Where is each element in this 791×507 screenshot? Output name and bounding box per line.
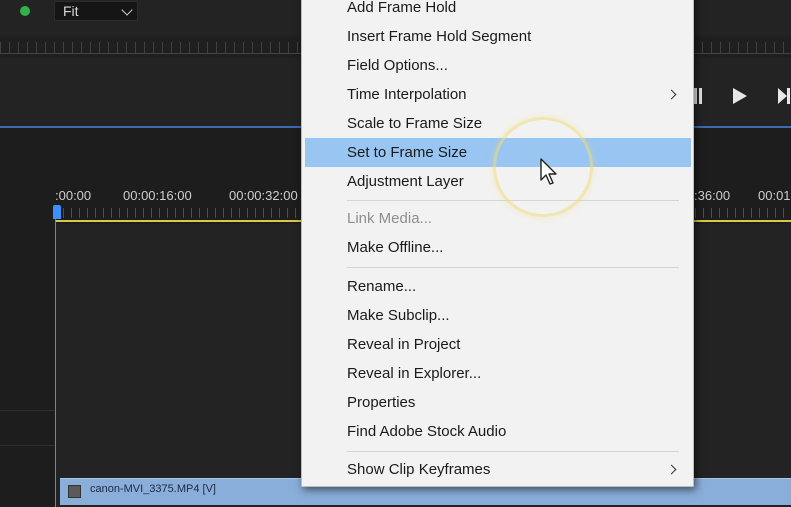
chevron-right-icon bbox=[666, 464, 677, 475]
timecode-label: 00:00:16:00 bbox=[123, 188, 192, 203]
status-dot-icon bbox=[20, 6, 30, 16]
menu-item-insert-frame-hold-segment[interactable]: Insert Frame Hold Segment bbox=[302, 22, 693, 51]
menu-item-label: Field Options... bbox=[347, 57, 448, 74]
track-divider bbox=[0, 445, 56, 446]
menu-item-make-subclip[interactable]: Make Subclip... bbox=[302, 301, 693, 330]
menu-item-label: Rename... bbox=[347, 278, 417, 295]
menu-item-label: Make Subclip... bbox=[347, 307, 450, 324]
clip-context-menu: Add Frame Hold Insert Frame Hold Segment… bbox=[301, 0, 694, 487]
menu-item-add-frame-hold[interactable]: Add Frame Hold bbox=[302, 0, 693, 22]
timecode-label: 00:01 bbox=[758, 188, 791, 203]
chevron-right-icon bbox=[666, 89, 677, 100]
zoom-fit-select[interactable]: Fit bbox=[54, 1, 138, 21]
menu-item-label: Insert Frame Hold Segment bbox=[347, 28, 532, 45]
menu-separator bbox=[347, 267, 679, 268]
zoom-fit-value: Fit bbox=[63, 3, 79, 19]
menu-item-time-interpolation[interactable]: Time Interpolation bbox=[302, 80, 693, 109]
timecode-label: :36:00 bbox=[694, 188, 731, 203]
menu-item-reveal-in-explorer[interactable]: Reveal in Explorer... bbox=[302, 359, 693, 388]
menu-item-scale-to-frame-size[interactable]: Scale to Frame Size bbox=[302, 109, 693, 138]
timecode-label: :00:00 bbox=[55, 188, 92, 203]
menu-item-make-offline[interactable]: Make Offline... bbox=[302, 233, 693, 262]
menu-separator bbox=[347, 451, 679, 452]
menu-item-label: Show Clip Keyframes bbox=[347, 461, 491, 478]
fx-icon bbox=[68, 485, 81, 498]
step-back-icon[interactable] bbox=[694, 88, 702, 104]
menu-item-label: Add Frame Hold bbox=[347, 0, 457, 16]
menu-item-label: Find Adobe Stock Audio bbox=[347, 423, 507, 440]
menu-item-label: Properties bbox=[347, 394, 416, 411]
chevron-down-icon bbox=[121, 4, 133, 16]
menu-item-label: Adjustment Layer bbox=[347, 173, 464, 190]
step-forward-icon[interactable] bbox=[778, 88, 791, 104]
menu-item-label: Make Offline... bbox=[347, 239, 444, 256]
menu-item-label: Set to Frame Size bbox=[347, 144, 468, 161]
menu-item-reveal-in-project[interactable]: Reveal in Project bbox=[302, 330, 693, 359]
menu-item-show-clip-keyframes[interactable]: Show Clip Keyframes bbox=[302, 455, 693, 484]
menu-item-rename[interactable]: Rename... bbox=[302, 272, 693, 301]
menu-item-label: Time Interpolation bbox=[347, 86, 467, 103]
menu-item-label: Reveal in Project bbox=[347, 336, 461, 353]
menu-item-find-adobe-stock-audio[interactable]: Find Adobe Stock Audio bbox=[302, 417, 693, 446]
menu-item-label: Scale to Frame Size bbox=[347, 115, 483, 132]
menu-item-label: Link Media... bbox=[347, 210, 433, 227]
menu-item-field-options[interactable]: Field Options... bbox=[302, 51, 693, 80]
menu-item-link-media: Link Media... bbox=[302, 204, 693, 233]
playhead-handle[interactable] bbox=[53, 205, 61, 219]
pointer-cursor-icon bbox=[540, 158, 557, 185]
play-icon[interactable] bbox=[733, 88, 747, 104]
track-divider bbox=[0, 410, 56, 411]
clip-label: canon-MVI_3375.MP4 [V] bbox=[90, 483, 216, 495]
menu-item-properties[interactable]: Properties bbox=[302, 388, 693, 417]
playhead-line bbox=[55, 219, 56, 507]
menu-item-label: Reveal in Explorer... bbox=[347, 365, 482, 382]
timecode-label: 00:00:32:00 bbox=[229, 188, 298, 203]
